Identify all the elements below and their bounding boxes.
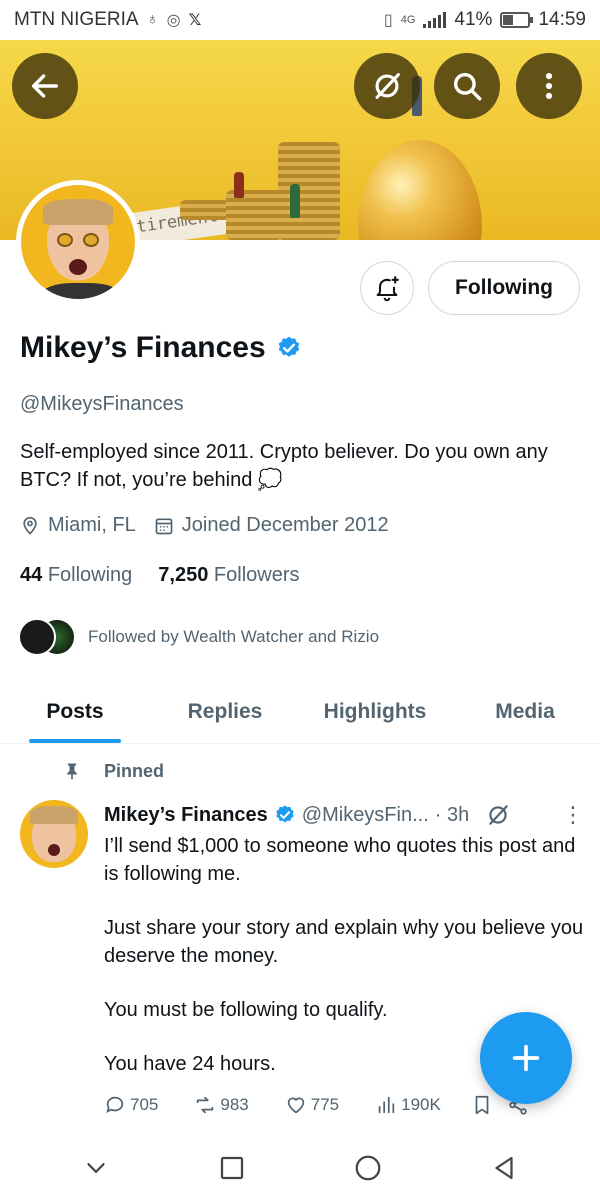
location-pin-icon bbox=[23, 516, 37, 535]
following-count-link[interactable]: 44 Following bbox=[20, 564, 132, 587]
tab-replies[interactable]: Replies bbox=[150, 680, 300, 743]
heart-icon bbox=[287, 1097, 304, 1114]
following-button[interactable]: Following bbox=[428, 261, 580, 315]
calendar-icon bbox=[155, 518, 173, 534]
app-icon: ◎ bbox=[166, 12, 181, 29]
profile-meta: Miami, FL Joined December 2012 bbox=[20, 514, 389, 537]
post-more-icon[interactable]: ⋮ bbox=[562, 802, 584, 828]
bell-plus-icon bbox=[376, 276, 399, 302]
post-author-name[interactable]: Mikey’s Finances bbox=[104, 804, 268, 827]
tab-posts[interactable]: Posts bbox=[0, 680, 150, 743]
post-author-handle[interactable]: @MikeysFin... bbox=[302, 804, 429, 827]
views-chart-icon bbox=[378, 1096, 395, 1114]
join-date-text: Joined December 2012 bbox=[181, 514, 389, 536]
pin-icon bbox=[67, 763, 77, 780]
post-time[interactable]: · 3h bbox=[435, 804, 469, 827]
followed-by-row[interactable]: Followed by Wealth Watcher and Rizio bbox=[18, 618, 379, 656]
repost-count: 983 bbox=[220, 1095, 249, 1114]
figurine bbox=[290, 184, 300, 218]
battery-icon bbox=[500, 12, 534, 28]
grok-icon bbox=[375, 73, 400, 99]
profile-handle: @MikeysFinances bbox=[20, 393, 184, 415]
join-date: Joined December 2012 bbox=[154, 514, 389, 537]
compose-fab-button[interactable] bbox=[480, 1012, 572, 1104]
like-button[interactable]: 775 bbox=[285, 1094, 339, 1116]
search-button[interactable] bbox=[434, 53, 500, 119]
views-button[interactable]: 190K bbox=[375, 1094, 441, 1116]
repost-icon bbox=[197, 1096, 214, 1114]
verified-badge-icon bbox=[276, 805, 294, 823]
tab-highlights[interactable]: Highlights bbox=[300, 680, 450, 743]
location: Miami, FL bbox=[20, 514, 136, 537]
profile-tabs: Posts Replies Highlights Media bbox=[0, 680, 600, 744]
reply-icon bbox=[106, 1096, 124, 1114]
grok-button[interactable] bbox=[354, 53, 420, 119]
profile-bio: Self-employed since 2011. Crypto believe… bbox=[20, 441, 548, 491]
status-bar: MTN NIGERIA ♁ ◎ 𝕏 ▯ 4G 41% 14:59 bbox=[0, 0, 600, 40]
system-nav-bar bbox=[0, 1136, 600, 1200]
repost-button[interactable]: 983 bbox=[194, 1094, 249, 1116]
location-text: Miami, FL bbox=[48, 514, 136, 536]
post-header: Mikey’s Finances @MikeysFin... · 3h ⋮ bbox=[104, 802, 584, 828]
plus-icon bbox=[512, 1044, 540, 1072]
battery-percent: 41% bbox=[454, 9, 493, 30]
coin-stack bbox=[278, 142, 340, 240]
notification-icon: ♁ bbox=[146, 11, 159, 28]
search-icon bbox=[453, 72, 482, 101]
notification-bell-button[interactable] bbox=[360, 261, 414, 315]
follower-avatars bbox=[18, 618, 78, 656]
post-paragraph: I’ll send $1,000 to someone who quotes t… bbox=[104, 835, 576, 885]
pinned-label-row: Pinned bbox=[62, 760, 164, 782]
tab-media[interactable]: Media bbox=[450, 680, 600, 743]
verified-badge-icon[interactable] bbox=[276, 335, 302, 361]
bookmark-icon bbox=[475, 1095, 489, 1115]
arrow-left-icon bbox=[31, 74, 59, 98]
square-icon[interactable] bbox=[217, 1153, 247, 1183]
profile-name: Mikey’s Finances bbox=[20, 331, 266, 364]
clock: 14:59 bbox=[538, 9, 586, 30]
coin-stack bbox=[180, 200, 230, 220]
profile-avatar[interactable] bbox=[16, 180, 140, 304]
bookmark-button[interactable] bbox=[471, 1094, 493, 1116]
pinned-text: Pinned bbox=[104, 760, 165, 781]
reply-count: 705 bbox=[130, 1095, 159, 1114]
followers-count-link[interactable]: 7,250 Followers bbox=[158, 564, 299, 587]
vibrate-icon: ▯ bbox=[383, 12, 393, 29]
x-logo-icon: 𝕏 bbox=[188, 12, 202, 29]
views-count: 190K bbox=[401, 1095, 441, 1114]
triangle-back-icon[interactable] bbox=[489, 1153, 519, 1183]
follow-counts: 44 Following 7,250 Followers bbox=[20, 564, 300, 587]
signal-icon bbox=[423, 12, 447, 28]
network-type: 4G bbox=[400, 14, 416, 26]
back-button[interactable] bbox=[12, 53, 78, 119]
profile-name-row: Mikey’s Finances bbox=[20, 331, 302, 365]
chevron-down-icon[interactable] bbox=[81, 1153, 111, 1183]
grok-icon[interactable] bbox=[485, 802, 511, 828]
followed-by-text: Followed by Wealth Watcher and Rizio bbox=[88, 627, 380, 646]
golden-egg bbox=[358, 140, 482, 240]
more-vertical-icon bbox=[545, 72, 553, 100]
like-count: 775 bbox=[310, 1095, 340, 1114]
more-button[interactable] bbox=[516, 53, 582, 119]
circle-icon[interactable] bbox=[353, 1153, 383, 1183]
figurine bbox=[234, 172, 244, 198]
carrier-label: MTN NIGERIA bbox=[14, 9, 139, 30]
post-paragraph: Just share your story and explain why yo… bbox=[104, 917, 584, 967]
post-author-avatar[interactable] bbox=[20, 800, 88, 868]
reply-button[interactable]: 705 bbox=[104, 1094, 158, 1116]
avatar bbox=[18, 618, 56, 656]
